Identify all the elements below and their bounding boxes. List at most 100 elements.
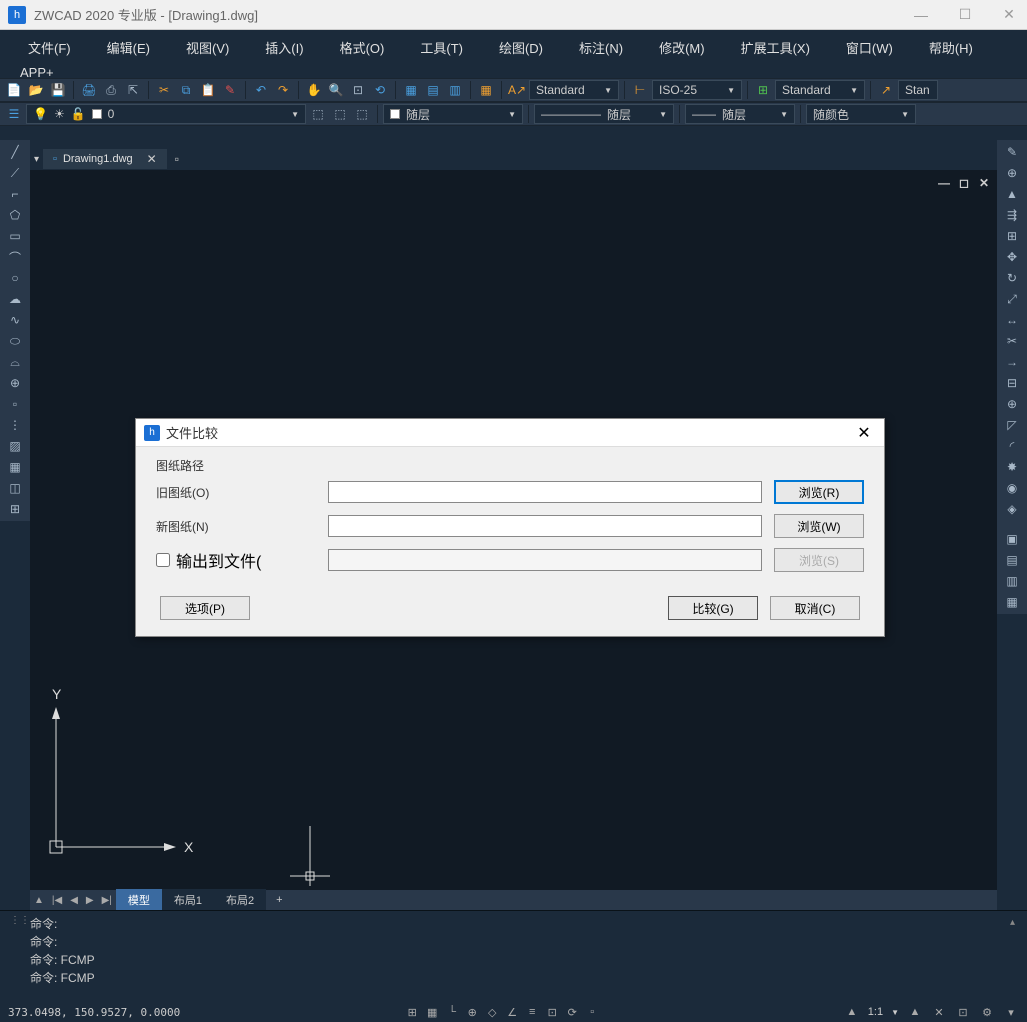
viewport-minimize-icon[interactable]: —	[937, 176, 951, 190]
cmdline-grip-icon[interactable]: ⋮⋮	[10, 915, 30, 926]
dialog-close-button[interactable]: ✕	[852, 421, 876, 445]
matchprop-icon[interactable]: ✎	[220, 80, 240, 100]
polyline-icon[interactable]: ⌐	[2, 184, 28, 204]
paste-icon[interactable]: 📋	[198, 80, 218, 100]
otrack-icon[interactable]: ∠	[504, 1004, 520, 1020]
line-icon[interactable]: ╱	[2, 142, 28, 162]
layer-dropdown[interactable]: 💡 ☀ 🔓 0 ▼	[26, 104, 306, 124]
table-style-dropdown[interactable]: Standard▼	[775, 80, 865, 100]
status-icon-d[interactable]: ⚙	[979, 1004, 995, 1020]
text-style-dropdown[interactable]: Standard▼	[529, 80, 619, 100]
xline-icon[interactable]: ⟋	[2, 163, 28, 183]
viewport-close-icon[interactable]: ✕	[977, 176, 991, 190]
point-icon[interactable]: ⋮	[2, 415, 28, 435]
calc-icon[interactable]: ▦	[476, 80, 496, 100]
compare-button[interactable]: 比较(G)	[668, 596, 758, 620]
layout-nav-first[interactable]: ▲	[30, 895, 48, 906]
properties-icon[interactable]: ▦	[401, 80, 421, 100]
menu-insert[interactable]: 插入(I)	[247, 34, 321, 61]
new-tab-button[interactable]: ▫	[167, 149, 187, 169]
document-tab[interactable]: ▫ Drawing1.dwg ✕	[43, 149, 167, 169]
ellipsearc-icon[interactable]: ⌓	[2, 352, 28, 372]
join-icon[interactable]: ⊕	[999, 394, 1025, 414]
osnap-icon[interactable]: ◇	[484, 1004, 500, 1020]
table-icon[interactable]: ⊞	[2, 499, 28, 519]
textstyle-icon[interactable]: A↗	[507, 80, 527, 100]
circle-icon[interactable]: ○	[2, 268, 28, 288]
tool-a-icon[interactable]: ◉	[999, 478, 1025, 498]
menu-format[interactable]: 格式(O)	[322, 34, 403, 61]
copy-icon[interactable]: ⧉	[176, 80, 196, 100]
save-icon[interactable]: 💾	[48, 80, 68, 100]
output-file-checkbox[interactable]: 输出到文件(	[156, 548, 316, 572]
copy-tool-icon[interactable]: ⊕	[999, 163, 1025, 183]
menu-tools[interactable]: 工具(T)	[402, 34, 481, 61]
stretch-icon[interactable]: ↔	[999, 310, 1025, 330]
mleaderstyle-icon[interactable]: ↗	[876, 80, 896, 100]
cycle-icon[interactable]: ⟳	[564, 1004, 580, 1020]
plotstyle-dropdown[interactable]: 随颜色▼	[806, 104, 916, 124]
gradient-icon[interactable]: ▦	[2, 457, 28, 477]
new-icon[interactable]: 📄	[4, 80, 24, 100]
layout-tab-model[interactable]: 模型	[116, 889, 162, 911]
tab-collapse-icon[interactable]: ▾	[30, 151, 43, 168]
menu-file[interactable]: 文件(F)	[10, 34, 89, 61]
arc-icon[interactable]: ⌒	[2, 247, 28, 267]
status-icon-b[interactable]: ✕	[931, 1004, 947, 1020]
zoom-prev-icon[interactable]: ⟲	[370, 80, 390, 100]
status-menu-icon[interactable]: ▾	[1003, 1004, 1019, 1020]
status-icon-a[interactable]: ▲	[907, 1004, 923, 1020]
layer-prev-icon[interactable]: ⬚	[308, 104, 328, 124]
tool-e-icon[interactable]: ▥	[999, 571, 1025, 591]
menu-edit[interactable]: 编辑(E)	[89, 34, 168, 61]
browse-new-button[interactable]: 浏览(W)	[774, 514, 864, 538]
tool-f-icon[interactable]: ▦	[999, 592, 1025, 612]
rectangle-icon[interactable]: ▭	[2, 226, 28, 246]
cut-icon[interactable]: ✂	[154, 80, 174, 100]
explode-icon[interactable]: ✸	[999, 457, 1025, 477]
status-icon-c[interactable]: ⊡	[955, 1004, 971, 1020]
mleader-style-dropdown[interactable]: Stan	[898, 80, 938, 100]
tool-b-icon[interactable]: ◈	[999, 499, 1025, 519]
tab-close-icon[interactable]: ✕	[147, 152, 157, 166]
layout-nav-next[interactable]: ▶	[82, 895, 98, 906]
minimize-button[interactable]: —	[911, 5, 931, 25]
output-checkbox-input[interactable]	[156, 553, 170, 567]
layout-add-button[interactable]: +	[266, 891, 292, 909]
menu-window[interactable]: 窗口(W)	[828, 34, 911, 61]
new-drawing-input[interactable]	[328, 515, 762, 537]
cancel-button[interactable]: 取消(C)	[770, 596, 860, 620]
array-icon[interactable]: ⊞	[999, 226, 1025, 246]
open-icon[interactable]: 📂	[26, 80, 46, 100]
viewport-maximize-icon[interactable]: ◻	[957, 176, 971, 190]
undo-icon[interactable]: ↶	[251, 80, 271, 100]
ellipse-icon[interactable]: ⬭	[2, 331, 28, 351]
erase-icon[interactable]: ✎	[999, 142, 1025, 162]
dyn-icon[interactable]: ⊡	[544, 1004, 560, 1020]
color-dropdown[interactable]: 随层▼	[383, 104, 523, 124]
old-drawing-input[interactable]	[328, 481, 762, 503]
toolpalette-icon[interactable]: ▥	[445, 80, 465, 100]
block-icon[interactable]: ▫	[2, 394, 28, 414]
dim-style-dropdown[interactable]: ISO-25▼	[652, 80, 742, 100]
dimstyle-icon[interactable]: ⊢	[630, 80, 650, 100]
break-icon[interactable]: ⊟	[999, 373, 1025, 393]
close-button[interactable]: ✕	[999, 5, 1019, 25]
preview-icon[interactable]: ⎙	[101, 80, 121, 100]
maximize-button[interactable]: ☐	[955, 5, 975, 25]
lineweight-dropdown[interactable]: ——随层▼	[685, 104, 795, 124]
print-icon[interactable]: 🖨	[79, 80, 99, 100]
layout-nav-prev[interactable]: ◀	[66, 895, 82, 906]
move-icon[interactable]: ✥	[999, 247, 1025, 267]
menu-draw[interactable]: 绘图(D)	[481, 34, 561, 61]
spline-icon[interactable]: ∿	[2, 310, 28, 330]
hatch-icon[interactable]: ▨	[2, 436, 28, 456]
layout-nav-next-all[interactable]: ▶|	[98, 895, 116, 906]
layout-nav-prev-all[interactable]: |◀	[48, 895, 66, 906]
menu-modify[interactable]: 修改(M)	[641, 34, 723, 61]
rotate-icon[interactable]: ↻	[999, 268, 1025, 288]
tool-c-icon[interactable]: ▣	[999, 529, 1025, 549]
menu-dimension[interactable]: 标注(N)	[561, 34, 641, 61]
insert-icon[interactable]: ⊕	[2, 373, 28, 393]
tablestyle-icon[interactable]: ⊞	[753, 80, 773, 100]
